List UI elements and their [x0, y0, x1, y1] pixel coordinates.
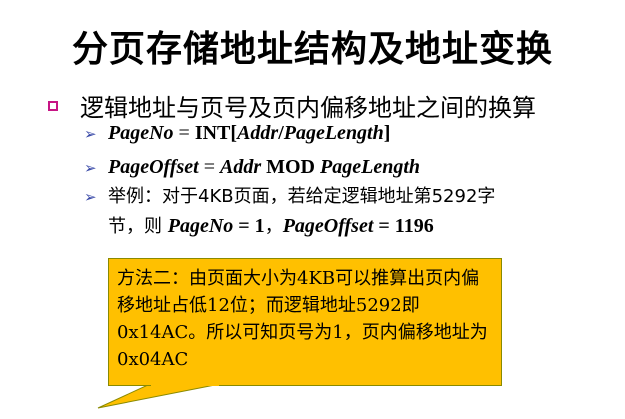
slide: 分页存储地址结构及地址变换 逻辑地址与页号及页内偏移地址之间的换算 ➢ Page…: [0, 0, 625, 419]
callout-seam: [151, 383, 219, 386]
